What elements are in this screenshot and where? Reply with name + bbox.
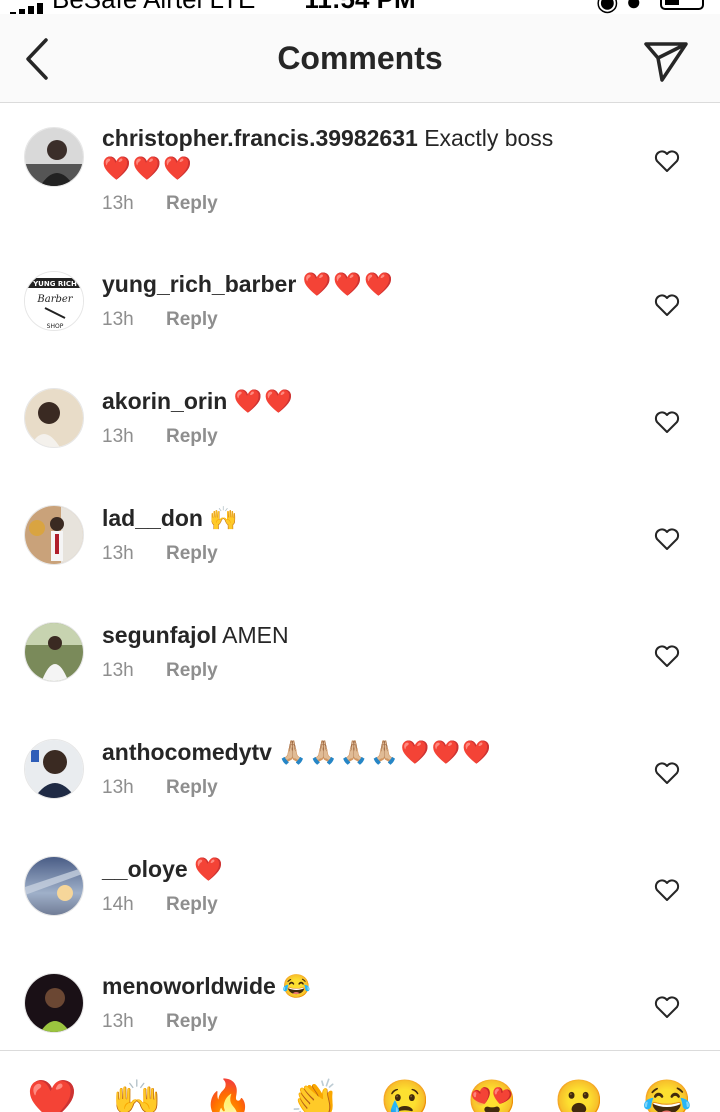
comment-username[interactable]: anthocomedytv	[102, 739, 272, 765]
emoji-fire-button[interactable]: 🔥	[203, 1079, 253, 1112]
avatar[interactable]	[24, 388, 84, 448]
avatar[interactable]	[24, 127, 84, 187]
reply-button[interactable]: Reply	[166, 777, 218, 798]
comment-emoji: ❤️❤️❤️	[302, 271, 395, 297]
comment-text: __oloye ❤️	[102, 854, 602, 884]
heart-outline-icon[interactable]	[654, 293, 680, 317]
comment-text: menoworldwide 😂	[102, 971, 602, 1001]
comment-item: YUNG RICH Barber SHOP yung_rich_barber ❤…	[0, 267, 720, 377]
comment-text: segunfajol AMEN	[102, 620, 602, 650]
comment-meta: 14h Reply	[102, 894, 218, 916]
emoji-reaction-bar: ❤️ 🙌 🔥 👏 😢 😍 😮 😂	[0, 1050, 720, 1112]
comment-meta: 13h Reply	[102, 543, 218, 565]
page-title: Comments	[277, 40, 443, 76]
reply-button[interactable]: Reply	[166, 193, 218, 214]
heart-outline-icon[interactable]	[654, 149, 680, 173]
comment-time: 14h	[102, 894, 134, 915]
comment-text: anthocomedytv 🙏🏼🙏🏼🙏🏼🙏🏼❤️❤️❤️	[102, 737, 602, 767]
reply-button[interactable]: Reply	[166, 660, 218, 681]
comment-meta: 13h Reply	[102, 309, 218, 331]
reply-button[interactable]: Reply	[166, 1011, 218, 1032]
comment-item: akorin_orin ❤️❤️ 13h Reply	[0, 384, 720, 494]
logo-top-text: YUNG RICH	[32, 280, 77, 288]
comment-meta: 13h Reply	[102, 426, 218, 448]
comment-text: yung_rich_barber ❤️❤️❤️	[102, 269, 602, 299]
comment-username[interactable]: lad__don	[102, 505, 203, 531]
avatar[interactable]	[24, 739, 84, 799]
heart-outline-icon[interactable]	[654, 527, 680, 551]
comment-username[interactable]: christopher.francis.39982631	[102, 125, 418, 151]
comment-username[interactable]: segunfajol	[102, 622, 217, 648]
avatar[interactable]	[24, 973, 84, 1033]
comment-time: 13h	[102, 777, 134, 798]
emoji-clap-button[interactable]: 👏	[290, 1079, 340, 1112]
avatar[interactable]	[24, 856, 84, 916]
comment-username[interactable]: akorin_orin	[102, 388, 227, 414]
comment-meta: 13h Reply	[102, 1011, 218, 1033]
comment-item: christopher.francis.39982631 Exactly bos…	[0, 123, 720, 233]
battery-icon	[660, 0, 704, 10]
comment-text: christopher.francis.39982631 Exactly bos…	[102, 123, 602, 183]
comment-username[interactable]: menoworldwide	[102, 973, 276, 999]
emoji-heart-eyes-button[interactable]: 😍	[467, 1079, 517, 1112]
emoji-surprised-button[interactable]: 😮	[554, 1079, 604, 1112]
comment-emoji: ❤️	[194, 856, 225, 882]
comment-item: anthocomedytv 🙏🏼🙏🏼🙏🏼🙏🏼❤️❤️❤️ 13h Reply	[0, 735, 720, 845]
comment-emoji: ❤️❤️❤️	[102, 155, 194, 181]
comment-text: lad__don 🙌	[102, 503, 602, 533]
comment-item: __oloye ❤️ 14h Reply	[0, 852, 720, 962]
header: Comments	[0, 14, 720, 103]
emoji-raised-hands-button[interactable]: 🙌	[112, 1079, 162, 1112]
status-bar: BeSafe Airtel LTE 11:54 PM ◉ ●	[0, 0, 720, 14]
comment-item: lad__don 🙌 13h Reply	[0, 501, 720, 611]
reply-button[interactable]: Reply	[166, 894, 218, 915]
comment-time: 13h	[102, 660, 134, 681]
comment-username[interactable]: __oloye	[102, 856, 188, 882]
reply-button[interactable]: Reply	[166, 426, 218, 447]
reply-button[interactable]: Reply	[166, 543, 218, 564]
comment-time: 13h	[102, 193, 134, 214]
emoji-heart-button[interactable]: ❤️	[27, 1079, 77, 1112]
comment-emoji: ❤️❤️	[233, 388, 295, 414]
emoji-cry-button[interactable]: 😢	[380, 1079, 430, 1112]
comment-time: 13h	[102, 309, 134, 330]
paper-plane-icon[interactable]	[640, 36, 692, 86]
heart-outline-icon[interactable]	[654, 644, 680, 668]
heart-outline-icon[interactable]	[654, 410, 680, 434]
avatar[interactable]	[24, 505, 84, 565]
emoji-laughing-button[interactable]: 😂	[642, 1079, 692, 1112]
comment-emoji: 😂	[282, 973, 313, 999]
comment-meta: 13h Reply	[102, 660, 218, 682]
reply-button[interactable]: Reply	[166, 309, 218, 330]
comment-body: Exactly boss	[424, 125, 554, 151]
comment-emoji: 🙌	[209, 505, 240, 531]
system-icons: ◉ ●	[596, 0, 642, 14]
avatar[interactable]	[24, 622, 84, 682]
comment-meta: 13h Reply	[102, 193, 218, 215]
comment-item: segunfajol AMEN 13h Reply	[0, 618, 720, 728]
heart-outline-icon[interactable]	[654, 878, 680, 902]
comment-meta: 13h Reply	[102, 777, 218, 799]
comment-time: 13h	[102, 1011, 134, 1032]
comment-time: 13h	[102, 543, 134, 564]
comment-emoji: 🙏🏼🙏🏼🙏🏼🙏🏼❤️❤️❤️	[278, 739, 493, 765]
heart-outline-icon[interactable]	[654, 995, 680, 1019]
heart-outline-icon[interactable]	[654, 761, 680, 785]
avatar[interactable]: YUNG RICH Barber SHOP	[24, 271, 84, 331]
comment-body: AMEN	[222, 622, 289, 648]
logo-bottom-text: SHOP	[47, 323, 64, 330]
comment-text: akorin_orin ❤️❤️	[102, 386, 602, 416]
logo-script-text: Barber	[36, 294, 73, 305]
comment-username[interactable]: yung_rich_barber	[102, 271, 296, 297]
comment-time: 13h	[102, 426, 134, 447]
